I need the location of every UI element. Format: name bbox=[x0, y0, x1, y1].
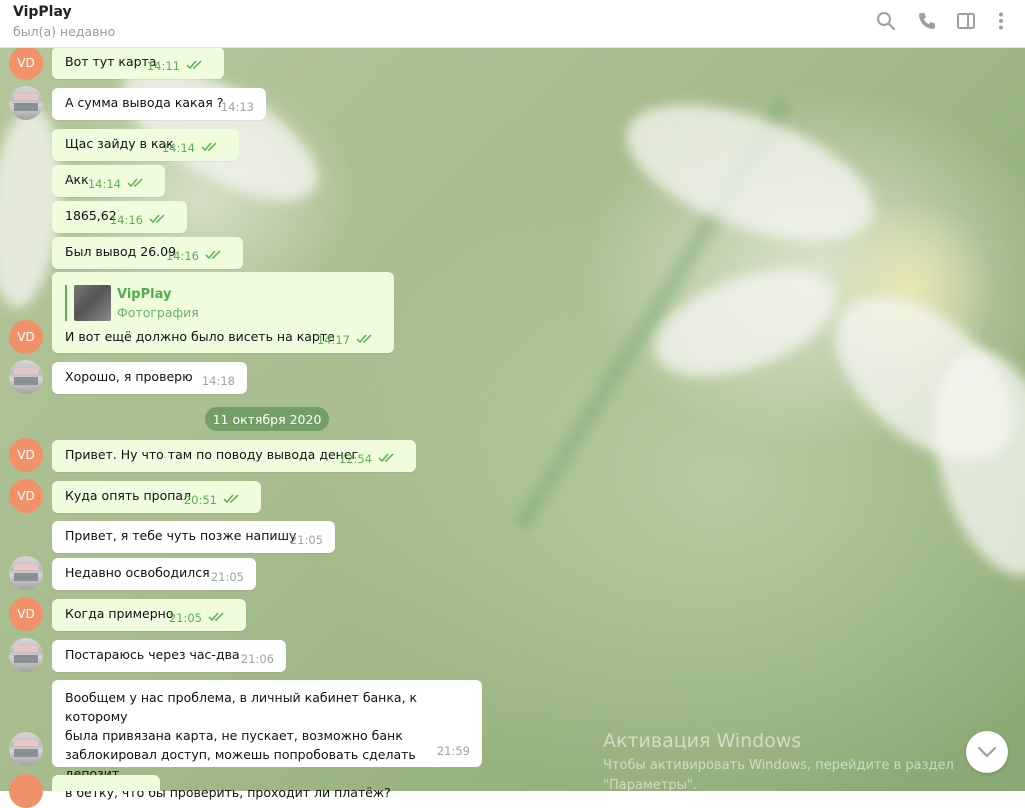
avatar-vd[interactable]: VD bbox=[9, 46, 43, 80]
double-check-icon bbox=[356, 334, 372, 344]
message-bubble-out[interactable]: Привет. Ну что там по поводу вывода дене… bbox=[52, 440, 416, 472]
message-time: 12:54 bbox=[338, 452, 372, 466]
message-time: 21:05 bbox=[289, 533, 323, 547]
chat-title[interactable]: VipPlay bbox=[13, 4, 72, 20]
message-time: 14:13 bbox=[220, 100, 254, 114]
message-time: 21:05 bbox=[168, 611, 202, 625]
message-bubble-in-multiline[interactable]: Вообщем у нас проблема, в личный кабинет… bbox=[52, 680, 482, 800]
avatar-vd[interactable]: VD bbox=[9, 597, 43, 631]
reply-photo-thumbnail[interactable] bbox=[74, 285, 111, 321]
scroll-to-bottom-button[interactable] bbox=[966, 731, 1008, 773]
message-text: Постараюсь через час-два bbox=[65, 647, 240, 662]
message-bubble-in[interactable]: Привет, я тебе чуть позже напишу 21:05 bbox=[52, 521, 335, 553]
reply-type: Фотография bbox=[117, 305, 199, 320]
avatar-photo[interactable] bbox=[9, 556, 43, 590]
windows-activation-line2: "Параметры". bbox=[603, 778, 697, 793]
avatar-initials: VD bbox=[17, 607, 35, 621]
message-time: 14:17 bbox=[316, 333, 350, 347]
chevron-down-icon bbox=[977, 746, 997, 758]
windows-activation-line1: Чтобы активировать Windows, перейдите в … bbox=[603, 758, 954, 773]
message-bubble-in[interactable]: Постараюсь через час-два 21:06 bbox=[52, 640, 286, 672]
avatar-vd[interactable]: VD bbox=[9, 479, 43, 513]
sidebar-icon[interactable] bbox=[955, 10, 977, 32]
message-time: 20:51 bbox=[183, 493, 217, 507]
message-time: 14:18 bbox=[201, 374, 235, 388]
message-text: Привет. Ну что там по поводу вывода дене… bbox=[65, 447, 359, 462]
message-time: 14:14 bbox=[87, 177, 121, 191]
message-bubble-reply[interactable]: VipPlay Фотография И вот ещё должно было… bbox=[52, 272, 394, 353]
message-text: Щас зайду в как bbox=[65, 136, 174, 151]
message-bubble-out[interactable]: Был вывод 26.09 14:16 bbox=[52, 237, 243, 269]
message-text: Был вывод 26.09 bbox=[65, 244, 177, 259]
date-divider: 11 октября 2020 bbox=[205, 407, 329, 431]
chat-status: был(а) недавно bbox=[13, 24, 116, 39]
double-check-icon bbox=[205, 250, 221, 260]
avatar-initials: VD bbox=[17, 56, 35, 70]
avatar-photo[interactable] bbox=[9, 732, 43, 766]
message-text: Привет, я тебе чуть позже напишу bbox=[65, 528, 297, 543]
avatar-initials: VD bbox=[17, 330, 35, 344]
message-text: Хорошо, я проверю bbox=[65, 369, 193, 384]
message-bubble-out[interactable]: Щас зайду в как 14:14 bbox=[52, 129, 239, 161]
message-time: 21:06 bbox=[240, 652, 274, 666]
search-icon[interactable] bbox=[875, 10, 897, 32]
reply-bar bbox=[65, 285, 67, 321]
message-bubble-out[interactable]: Когда примерно 21:05 bbox=[52, 599, 246, 631]
double-check-icon bbox=[186, 60, 202, 70]
message-time: 21:59 bbox=[436, 744, 470, 758]
double-check-icon bbox=[208, 612, 224, 622]
message-text: И вот ещё должно было висеть на карте bbox=[65, 329, 335, 344]
avatar-initials: VD bbox=[17, 489, 35, 503]
double-check-icon bbox=[127, 178, 143, 188]
message-time: 14:16 bbox=[165, 249, 199, 263]
message-line: была привязана карта, не пускает, возмож… bbox=[65, 728, 403, 743]
message-bubble-out[interactable]: 1865,62 14:16 bbox=[52, 201, 187, 233]
message-bubble-out[interactable]: Вот тут карта 14:11 bbox=[52, 47, 224, 79]
message-text: Куда опять пропал bbox=[65, 488, 192, 503]
message-time: 21:05 bbox=[210, 570, 244, 584]
avatar-photo[interactable] bbox=[9, 86, 43, 120]
message-bubble-in[interactable]: Хорошо, я проверю 14:18 bbox=[52, 362, 247, 394]
phone-icon[interactable] bbox=[916, 10, 938, 32]
windows-activation-title: Активация Windows bbox=[603, 730, 802, 752]
message-text: А сумма вывода какая ? bbox=[65, 95, 224, 110]
avatar-vd[interactable]: VD bbox=[9, 320, 43, 354]
message-bubble-in[interactable]: А сумма вывода какая ? 14:13 bbox=[52, 88, 266, 120]
avatar-initials: VD bbox=[17, 448, 35, 462]
avatar-photo[interactable] bbox=[9, 360, 43, 394]
message-text: Недавно освободился bbox=[65, 565, 210, 580]
message-time: 14:11 bbox=[146, 59, 180, 73]
message-line: Вообщем у нас проблема, в личный кабинет… bbox=[65, 690, 418, 724]
double-check-icon bbox=[223, 494, 239, 504]
avatar-vd[interactable]: VD bbox=[9, 438, 43, 472]
message-bubble-out-partial[interactable] bbox=[52, 775, 160, 791]
double-check-icon bbox=[149, 214, 165, 224]
message-text: Когда примерно bbox=[65, 606, 174, 621]
more-icon[interactable] bbox=[990, 10, 1012, 32]
message-time: 14:14 bbox=[161, 141, 195, 155]
message-bubble-out[interactable]: Акк 14:14 bbox=[52, 165, 165, 197]
message-bubble-out[interactable]: Куда опять пропал 20:51 bbox=[52, 481, 261, 513]
message-text: Акк bbox=[65, 172, 89, 187]
message-text: Вот тут карта bbox=[65, 54, 157, 69]
avatar-photo[interactable] bbox=[9, 638, 43, 672]
avatar-vd[interactable] bbox=[9, 774, 43, 808]
double-check-icon bbox=[378, 453, 394, 463]
message-time: 14:16 bbox=[109, 213, 143, 227]
reply-sender: VipPlay bbox=[117, 287, 172, 302]
windows-activation-text: Чтобы активировать Windows, перейдите в … bbox=[603, 756, 954, 796]
double-check-icon bbox=[201, 142, 217, 152]
message-bubble-in[interactable]: Недавно освободился 21:05 bbox=[52, 558, 256, 590]
chat-header: VipPlay был(а) недавно bbox=[0, 0, 1025, 48]
